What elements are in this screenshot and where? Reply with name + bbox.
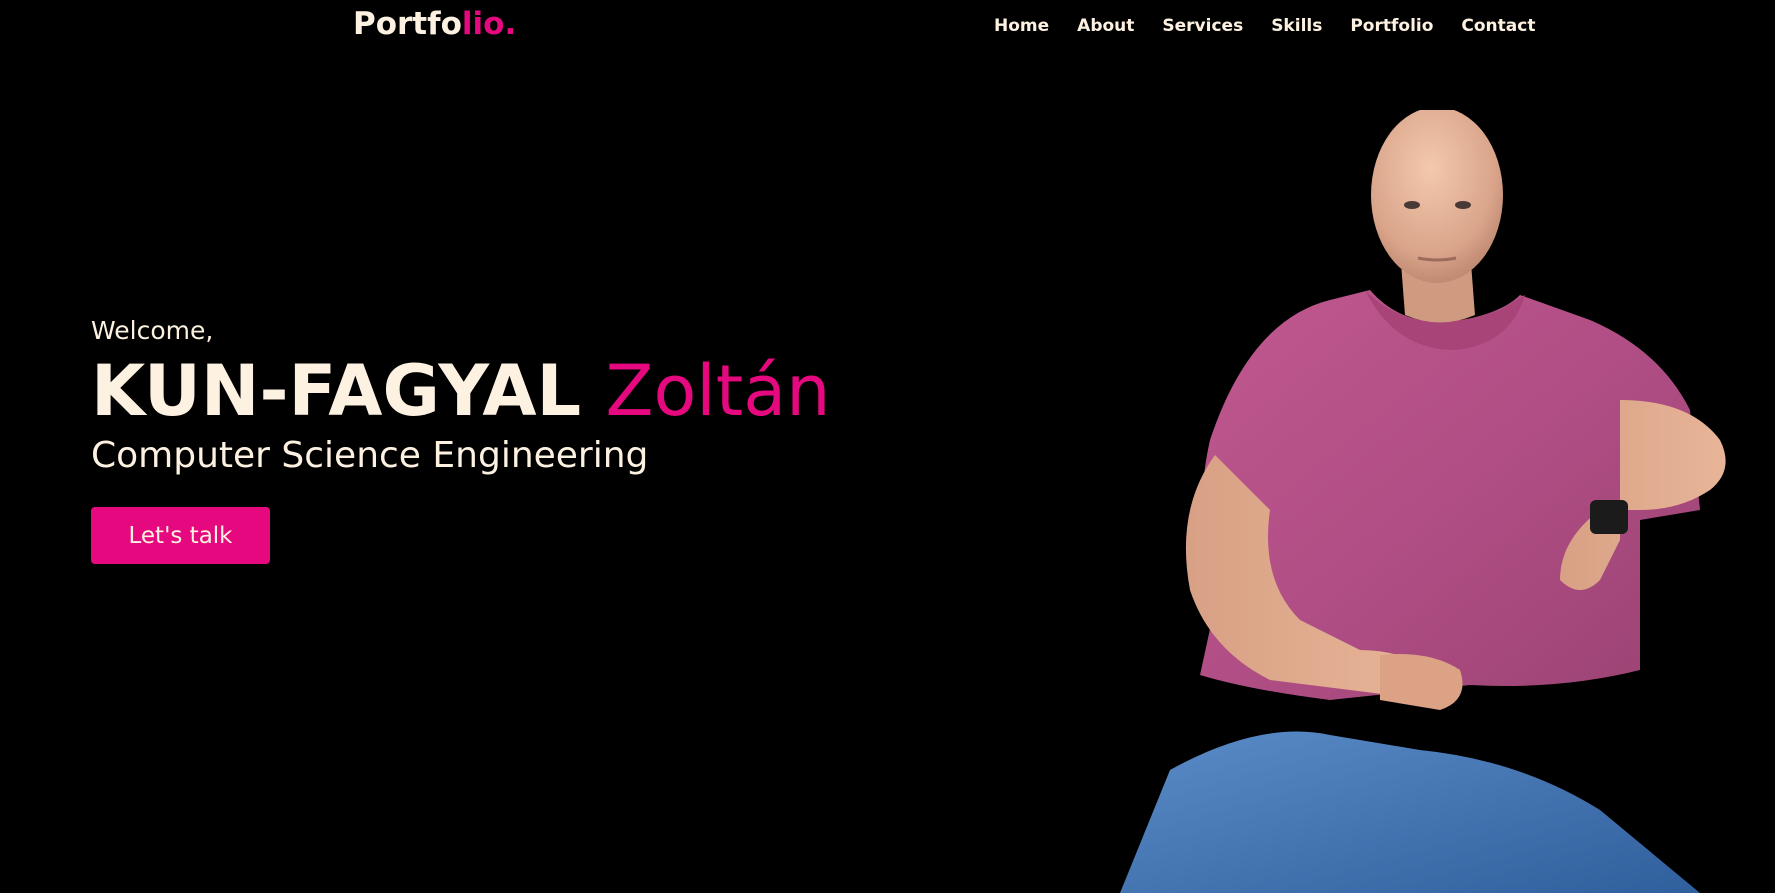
navbar: Portfolio. Home About Services Skills Po… <box>0 0 1775 54</box>
nav-link-services[interactable]: Services <box>1162 16 1243 36</box>
lets-talk-button[interactable]: Let's talk <box>91 507 270 564</box>
head-shape <box>1371 110 1503 283</box>
nav-link-portfolio[interactable]: Portfolio <box>1350 16 1433 36</box>
logo-accent-text: lio. <box>461 6 517 42</box>
hero-name: KUN-FAGYAL Zoltán <box>91 349 911 433</box>
logo-main-text: Portfo <box>353 6 462 42</box>
nav-link-about[interactable]: About <box>1077 16 1134 36</box>
nav-link-home[interactable]: Home <box>994 16 1049 36</box>
hero-role: Computer Science Engineering <box>91 435 649 476</box>
right-eye-shape <box>1455 201 1471 209</box>
main-nav: Home About Services Skills Portfolio Con… <box>994 16 1563 36</box>
left-eye-shape <box>1404 201 1420 209</box>
hero-greeting: Welcome, <box>91 316 214 345</box>
watch-shape <box>1590 500 1628 534</box>
hero-section: Welcome, KUN-FAGYAL Zoltán Computer Scie… <box>91 313 911 564</box>
hero-first-name: Zoltán <box>605 350 831 432</box>
site-logo[interactable]: Portfolio. <box>353 6 516 42</box>
jeans-shape <box>1120 731 1700 893</box>
portrait-photo <box>1120 110 1726 893</box>
nav-link-skills[interactable]: Skills <box>1271 16 1322 36</box>
hero-last-name: KUN-FAGYAL <box>91 350 582 432</box>
nav-link-contact[interactable]: Contact <box>1461 16 1535 36</box>
